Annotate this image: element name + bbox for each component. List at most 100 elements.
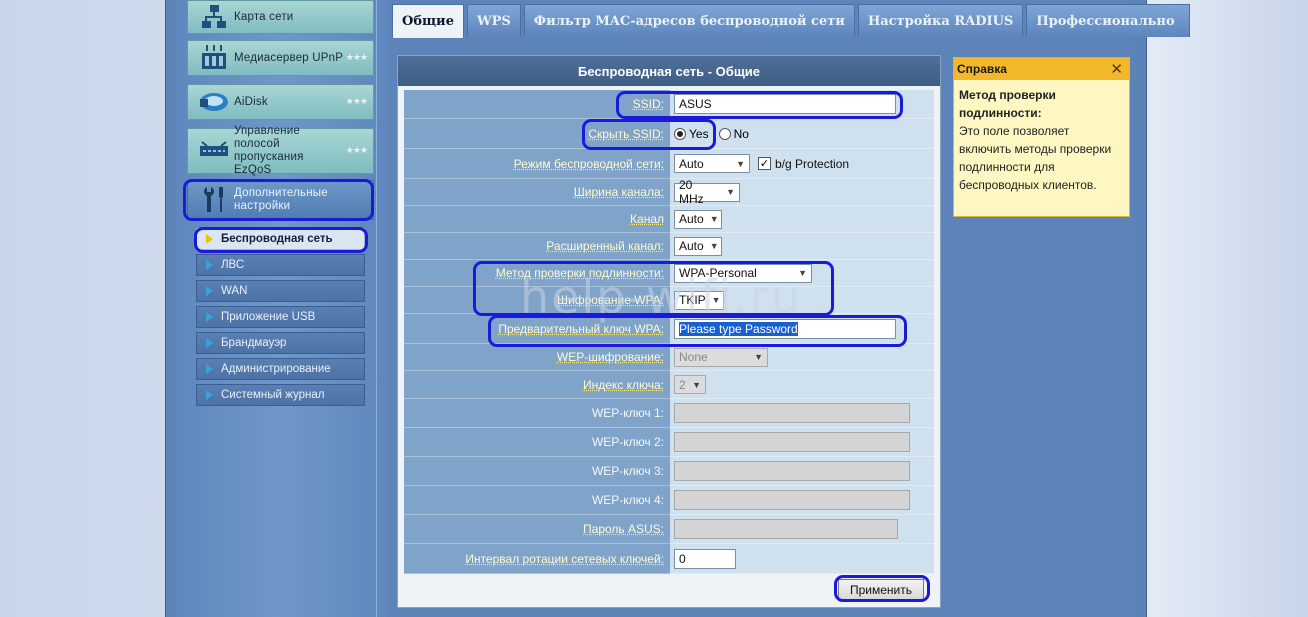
background-right (1145, 0, 1308, 617)
arrow-right-icon (206, 312, 213, 322)
submenu-usb[interactable]: Приложение USB (196, 306, 365, 328)
row-ssid: SSID: ASUS (404, 90, 934, 119)
wep-key-4-input[interactable] (674, 490, 910, 510)
submenu-label: Беспроводная сеть (221, 233, 333, 245)
hide-ssid-label: Скрыть SSID: (588, 126, 664, 141)
sidebar-item-network-map[interactable]: Карта сети (187, 0, 374, 34)
row-wep-key-2: WEP-ключ 2: (404, 428, 934, 457)
key-index-label: Индекс ключа: (582, 377, 664, 392)
arrow-right-icon (206, 338, 213, 348)
submenu-syslog[interactable]: Системный журнал (196, 384, 365, 406)
arrow-right-icon (206, 260, 213, 270)
row-width: Ширина канала: 20 MHz ▼ (404, 178, 934, 206)
key-index-select[interactable]: 2 ▼ (674, 375, 706, 394)
arrow-right-icon (206, 234, 213, 244)
sidebar-item-aidisk[interactable]: AiDisk ★★★ (187, 84, 374, 120)
row-auth: Метод проверки подлинности: WPA-Personal… (404, 260, 934, 287)
help-text: Это поле позволяет включить методы прове… (959, 124, 1112, 192)
media-server-icon (196, 41, 232, 75)
auth-select[interactable]: WPA-Personal ▼ (674, 263, 812, 283)
rating-stars-icon: ★★★ (345, 52, 368, 62)
row-wep-key-1: WEP-ключ 1: (404, 399, 934, 428)
psk-label: Предварительный ключ WPA: (498, 321, 664, 336)
arrow-right-icon (206, 390, 213, 400)
asus-password-input[interactable] (674, 519, 898, 539)
row-channel: Канал Auto ▼ (404, 206, 934, 233)
sidebar-item-label: Медиасервер UPnP (234, 51, 344, 64)
settings-form: SSID: ASUS Скрыть SSID: Yes No Режим бес… (404, 90, 934, 574)
rekey-label: Интервал ротации сетевых ключей: (465, 551, 664, 566)
row-wep: WEP-шифрование: None ▼ (404, 344, 934, 371)
ssid-label: SSID: (632, 97, 664, 111)
submenu-lan[interactable]: ЛВС (196, 254, 365, 276)
network-map-icon (196, 0, 232, 34)
tab-wps[interactable]: WPS (466, 4, 521, 37)
chevron-down-icon: ▼ (736, 158, 745, 169)
wep-key-3-label: WEP-ключ 3: (591, 464, 664, 478)
apply-button[interactable]: Применить (838, 579, 924, 601)
close-icon[interactable]: ✕ (1110, 60, 1123, 78)
wep-key-3-input[interactable] (674, 461, 910, 481)
arrow-right-icon (206, 286, 213, 296)
submenu-firewall[interactable]: Брандмауэр (196, 332, 365, 354)
asus-password-label: Пароль ASUS: (583, 522, 664, 536)
tab-radius[interactable]: Настройка RADIUS (857, 4, 1024, 37)
row-mode: Режим беспроводной сети: Auto ▼ ✓ b/g Pro… (404, 149, 934, 179)
submenu-label: Приложение USB (221, 311, 316, 323)
submenu-label: Администрирование (221, 363, 331, 375)
submenu-wan[interactable]: WAN (196, 280, 365, 302)
hide-ssid-no-radio[interactable] (718, 127, 731, 140)
row-key-index: Индекс ключа: 2 ▼ (404, 371, 934, 399)
chevron-down-icon: ▼ (711, 295, 721, 305)
aidisk-icon (196, 85, 232, 119)
sidebar-item-label: Карта сети (234, 10, 294, 23)
wep-select[interactable]: None ▼ (674, 347, 768, 367)
row-wep-key-4: WEP-ключ 4: (404, 486, 934, 515)
enc-label: Шифрование WPA: (557, 293, 664, 307)
bg-protection-checkbox[interactable]: ✓ (758, 157, 771, 170)
chevron-down-icon: ▼ (798, 268, 807, 278)
chevron-down-icon: ▼ (709, 241, 719, 251)
hide-ssid-yes-radio[interactable] (674, 127, 686, 140)
channel-label: Канал (630, 212, 664, 226)
chevron-down-icon: ▼ (754, 352, 763, 362)
panel-title: Беспроводная сеть - Общие (398, 56, 940, 86)
row-hide-ssid: Скрыть SSID: Yes No (404, 119, 934, 149)
sidebar-item-label: Дополнительные настройки (234, 187, 328, 212)
no-label: No (733, 126, 749, 141)
tab-general[interactable]: Общие (392, 4, 464, 38)
arrow-right-icon (206, 364, 213, 374)
sidebar-item-upnp[interactable]: Медиасервер UPnP ★★★ (187, 40, 374, 76)
row-asus-password: Пароль ASUS: (404, 515, 934, 544)
enc-select[interactable]: TKIP ▼ (674, 290, 724, 310)
row-ext-channel: Расширенный канал: Auto ▼ (404, 233, 934, 260)
submenu-label: ЛВС (221, 259, 245, 271)
sidebar-item-label: Управление полосой пропускания EzQoS (234, 125, 304, 176)
wep-key-1-input[interactable] (674, 403, 910, 423)
help-heading: Метод проверки подлинности: (959, 88, 1056, 120)
wep-label: WEP-шифрование: (556, 350, 664, 364)
tab-professional[interactable]: Профессионально (1026, 4, 1190, 37)
submenu-label: Брандмауэр (221, 337, 287, 349)
auth-label: Метод проверки подлинности: (495, 266, 664, 280)
width-select[interactable]: 20 MHz ▼ (674, 178, 740, 206)
sidebar-item-ezqos[interactable]: Управление полосой пропускания EzQoS ★★★ (187, 125, 374, 176)
chevron-down-icon: ▼ (709, 214, 719, 224)
channel-select[interactable]: Auto ▼ (674, 209, 722, 229)
submenu-wireless[interactable]: Беспроводная сеть (196, 228, 365, 250)
psk-input[interactable]: Please type Password (674, 318, 896, 339)
wep-key-2-input[interactable] (674, 432, 910, 452)
row-psk: Предварительный ключ WPA: Please type Pa… (404, 314, 934, 344)
wep-key-2-label: WEP-ключ 2: (591, 435, 664, 449)
rating-stars-icon: ★★★ (345, 145, 368, 155)
rekey-input[interactable]: 0 (674, 548, 736, 569)
ext-channel-select[interactable]: Auto ▼ (674, 236, 722, 256)
row-rekey: Интервал ротации сетевых ключей: 0 (404, 544, 934, 574)
ssid-input[interactable]: ASUS (674, 94, 896, 114)
rating-stars-icon: ★★★ (345, 96, 368, 106)
mode-select[interactable]: Auto ▼ (674, 154, 750, 173)
tab-mac-filter[interactable]: Фильтр MAC-адресов беспроводной сети (523, 4, 855, 37)
sidebar-item-advanced[interactable]: Дополнительные настройки (187, 180, 374, 220)
submenu-admin[interactable]: Администрирование (196, 358, 365, 380)
chevron-down-icon: ▼ (692, 379, 701, 390)
